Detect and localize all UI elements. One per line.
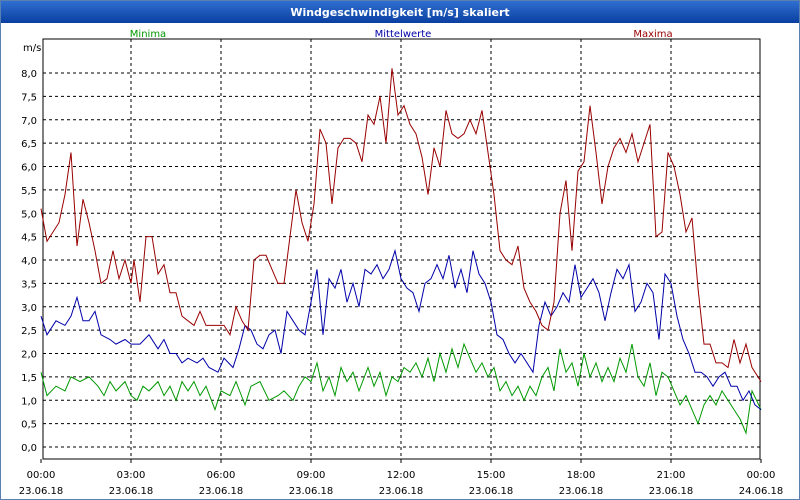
y-tick-label: 0,5: [21, 420, 37, 431]
y-tick-label: 4,5: [21, 233, 37, 244]
legend-minima: Minima: [130, 29, 166, 40]
y-tick-label: 6,5: [21, 139, 37, 150]
title-bar: Windgeschwindigkeit [m/s] skaliert: [1, 1, 799, 23]
y-tick-label: 2,0: [21, 350, 37, 361]
x-tick-time: 09:00: [297, 470, 326, 481]
chart-window: Windgeschwindigkeit [m/s] skaliert 0,0 0,…: [0, 0, 800, 500]
x-tick-date: 23.06.18: [379, 486, 424, 497]
y-axis-ticks: 0,0 0,5 1,0 1,5 2,0 2,5 3,0 3,5 4,0 4,5 5,0 5,5 6,0 6…: [21, 69, 37, 454]
x-tick-date: 23.06.18: [19, 486, 64, 497]
y-tick-label: 8,0: [21, 69, 37, 80]
x-tick-time: 00:00: [27, 470, 56, 481]
legend-maxima: Maxima: [633, 29, 672, 40]
y-tick-label: 5,0: [21, 209, 37, 220]
y-tick-label: 7,0: [21, 116, 37, 127]
y-tick-label: 6,0: [21, 163, 37, 174]
y-tick-label: 3,0: [21, 303, 37, 314]
legend-mittelwerte: Mittelwerte: [375, 29, 432, 40]
y-tick-label: 5,5: [21, 186, 37, 197]
y-tick-label: 1,0: [21, 396, 37, 407]
x-tick-time: 06:00: [207, 470, 236, 481]
y-tick-label: 4,0: [21, 256, 37, 267]
x-tick-time: 00:00: [747, 470, 776, 481]
x-tick-date: 24.06.18: [739, 486, 784, 497]
y-tick-label: 0,0: [21, 443, 37, 454]
x-tick-time: 12:00: [387, 470, 416, 481]
y-tick-label: 3,5: [21, 279, 37, 290]
y-tick-label: 7,5: [21, 92, 37, 103]
y-tick-label: 1,5: [21, 373, 37, 384]
y-axis-unit: m/s: [23, 43, 41, 54]
x-tick-date: 23.06.18: [199, 486, 244, 497]
x-tick-date: 23.06.18: [109, 486, 154, 497]
x-tick-date: 23.06.18: [289, 486, 334, 497]
x-tick-time: 03:00: [117, 470, 146, 481]
x-axis-ticks: 00:00 23.06.18 03:00 23.06.18 06:00 23.06.18 0…: [19, 459, 784, 497]
x-tick-date: 23.06.18: [649, 486, 694, 497]
window-title: Windgeschwindigkeit [m/s] skaliert: [290, 5, 510, 19]
x-tick-time: 21:00: [657, 470, 686, 481]
x-tick-time: 15:00: [477, 470, 506, 481]
x-tick-time: 18:00: [567, 470, 596, 481]
wind-speed-chart: 0,0 0,5 1,0 1,5 2,0 2,5 3,0 3,5 4,0 4,5 5,0 5,5 6,0 6…: [19, 29, 784, 497]
x-tick-date: 23.06.18: [559, 486, 604, 497]
y-tick-label: 2,5: [21, 326, 37, 337]
x-tick-date: 23.06.18: [469, 486, 514, 497]
